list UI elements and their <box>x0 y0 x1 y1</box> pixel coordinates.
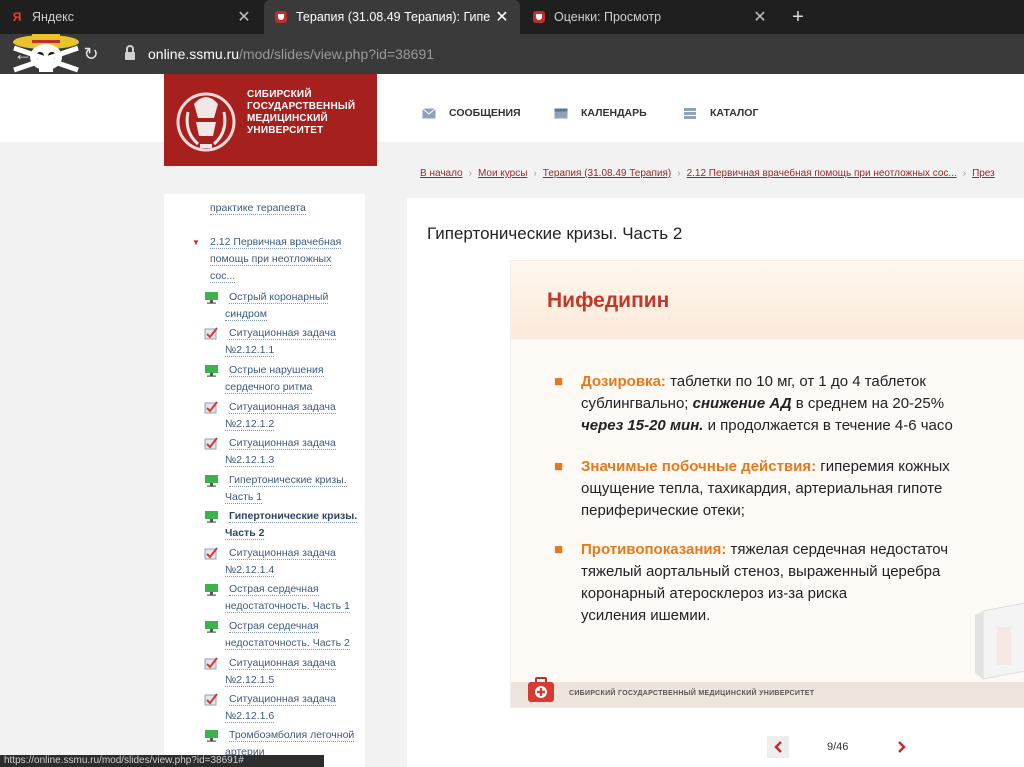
breadcrumb-my-courses[interactable]: Мои курсы <box>478 168 528 179</box>
slide-footer-text: СИБИРСКИЙ ГОСУДАРСТВЕННЫЙ МЕДИЦИНСКИЙ УН… <box>569 690 815 697</box>
coat-of-arms-icon <box>176 92 236 152</box>
url-host: online.ssmu.ru <box>148 46 240 62</box>
tab-title: Яндекс <box>32 10 75 24</box>
main-content: Гипертонические кризы. Часть 2 Нифедипин… <box>407 198 1024 767</box>
quiz-icon <box>204 547 218 560</box>
quiz-icon <box>204 327 218 340</box>
chevron-right-icon <box>898 741 906 753</box>
url-field[interactable]: online.ssmu.ru/mod/slides/view.php?id=38… <box>148 44 434 64</box>
pill-box-image <box>975 602 1024 680</box>
bullet-icon: ■ <box>554 373 564 390</box>
slide-pager: 9/46 <box>767 733 967 763</box>
close-icon[interactable]: ✕ <box>750 7 770 27</box>
status-bar-url: https://online.ssmu.ru/mod/slides/view.p… <box>0 755 324 767</box>
breadcrumb-separator: › <box>533 168 537 179</box>
prev-slide-button[interactable] <box>767 736 789 758</box>
logo-text: СИБИРСКИЙ ГОСУДАРСТВЕННЫЙ МЕДИЦИНСКИЙ УН… <box>247 89 356 136</box>
next-slide-button[interactable] <box>891 736 913 758</box>
slides-icon <box>205 292 218 304</box>
tab-grades[interactable]: Оценки: Просмотр ✕ <box>522 0 778 34</box>
bullet-icon: ■ <box>554 541 564 558</box>
slide-counter: 9/46 <box>827 741 849 753</box>
slides-icon <box>205 584 218 596</box>
breadcrumb-course[interactable]: Терапия (31.08.49 Терапия) <box>543 168 671 179</box>
back-button[interactable]: ← <box>10 34 36 74</box>
yandex-icon: Я <box>12 10 22 24</box>
slide-viewer: Нифедипин ■ Дозировка: таблетки по 10 мг… <box>510 260 1024 708</box>
breadcrumb-section[interactable]: 2.12 Первичная врачебная помощь при неот… <box>687 168 957 179</box>
sidebar-top-fragment[interactable]: практике терапевта <box>210 200 306 216</box>
breadcrumb-separator: › <box>468 168 472 179</box>
breadcrumb-separator: › <box>677 168 681 179</box>
quiz-icon <box>204 401 218 414</box>
url-path: /mod/slides/view.php?id=38691 <box>239 46 435 62</box>
lock-icon <box>125 45 135 60</box>
tab-title: Оценки: Просмотр <box>554 10 662 24</box>
catalog-icon <box>684 107 696 119</box>
slides-icon <box>205 365 218 377</box>
chevron-left-icon <box>774 741 782 753</box>
page-title: Гипертонические кризы. Часть 2 <box>427 224 683 243</box>
breadcrumb: В начало › Мои курсы › Терапия (31.08.49 Тер… <box>420 168 995 179</box>
slides-icon <box>205 621 218 633</box>
nav-messages[interactable]: СООБЩЕНИЯ <box>422 107 521 119</box>
tab-bar: Я Яндекс ✕ Терапия (31.08.49 Терапия): Г… <box>0 0 1024 34</box>
breadcrumb-current[interactable]: През <box>972 168 995 179</box>
slide-footer: СИБИРСКИЙ ГОСУДАРСТВЕННЫЙ МЕДИЦИНСКИЙ УН… <box>511 677 1024 707</box>
slide-bullet-contraindications: ■ Противопоказания: тяжелая сердечная не… <box>554 541 949 624</box>
slides-icon <box>205 475 218 487</box>
breadcrumb-home[interactable]: В начало <box>420 168 463 179</box>
envelope-icon <box>422 107 436 118</box>
slide-title: Нифедипин <box>547 289 670 312</box>
new-tab-button[interactable]: + <box>785 0 811 34</box>
close-icon[interactable]: ✕ <box>492 7 512 27</box>
slides-icon <box>205 511 218 523</box>
nav-calendar[interactable]: КАЛЕНДАРЬ <box>554 107 647 119</box>
breadcrumb-separator: › <box>962 168 967 179</box>
tab-therapy[interactable]: Терапия (31.08.49 Терапия): Гипе ✕ <box>264 0 520 34</box>
slide-bullet-dosage: ■ Дозировка: таблетки по 10 мг, от 1 до … <box>554 373 953 434</box>
course-sidebar: практике терапевта ▼ 2.12 Первичная врач… <box>164 194 365 767</box>
bullet-icon: ■ <box>554 458 564 475</box>
close-icon[interactable]: ✕ <box>234 7 254 27</box>
quiz-icon <box>204 657 218 670</box>
calendar-icon <box>554 108 568 118</box>
expand-triangle-icon: ▼ <box>192 238 200 247</box>
tab-title: Терапия (31.08.49 Терапия): Гипе <box>296 10 491 24</box>
quiz-icon <box>204 437 218 450</box>
tab-yandex[interactable]: Я Яндекс ✕ <box>0 0 262 34</box>
nav-catalog[interactable]: КАТАЛОГ <box>683 107 758 119</box>
slide-bullet-side-effects: ■ Значимые побочные действия: гиперемия … <box>554 458 950 519</box>
page: СИБИРСКИЙ ГОСУДАРСТВЕННЫЙ МЕДИЦИНСКИЙ УН… <box>0 74 1024 767</box>
university-logo[interactable]: СИБИРСКИЙ ГОСУДАРСТВЕННЫЙ МЕДИЦИНСКИЙ УН… <box>164 74 377 166</box>
quiz-icon <box>204 693 218 706</box>
first-aid-kit-icon <box>528 677 554 702</box>
slides-icon <box>205 730 218 742</box>
ssmu-favicon-icon <box>532 10 546 24</box>
ssmu-favicon-icon <box>274 10 288 24</box>
reload-button[interactable]: ↻ <box>78 34 104 74</box>
